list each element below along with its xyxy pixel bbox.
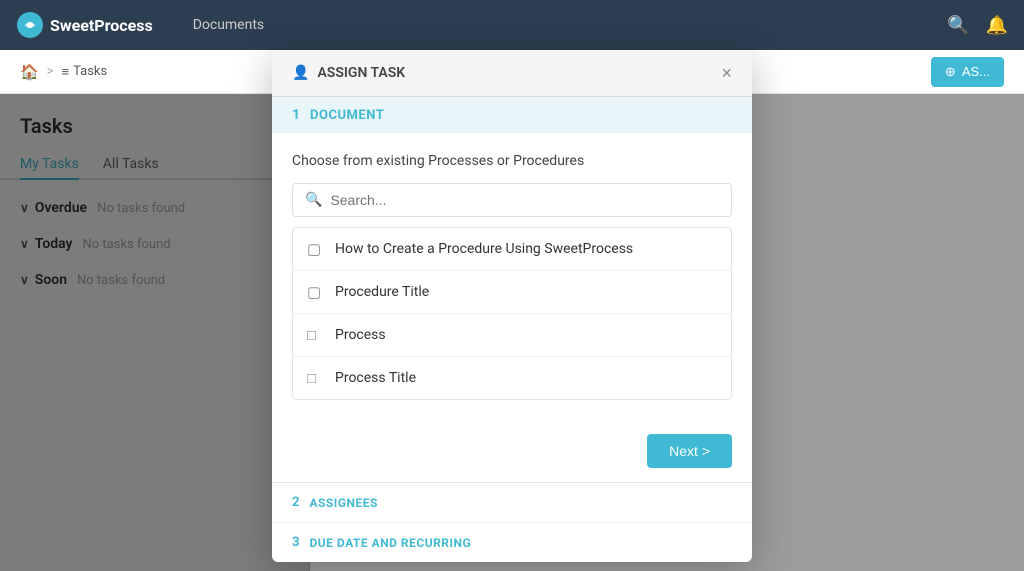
search-input[interactable] [330, 192, 719, 208]
modal-close-button[interactable]: × [721, 64, 732, 82]
person-icon: 👤 [292, 65, 309, 81]
search-icon: 🔍 [305, 192, 322, 208]
plus-icon: ⊕ [945, 64, 956, 80]
doc-item-label: Process Title [335, 370, 416, 386]
doc-item-label: Procedure Title [335, 284, 429, 300]
main-content: Tasks My Tasks All Tasks ∨ Overdue No ta… [0, 94, 1024, 571]
breadcrumb-separator: > [47, 64, 54, 79]
modal-title: 👤 ASSIGN TASK [292, 65, 405, 81]
modal-footer-steps: 2 ASSIGNEES 3 DUE DATE AND RECURRING [272, 482, 752, 562]
modal-footer: Next > [272, 420, 752, 482]
assign-task-button[interactable]: ⊕ AS... [931, 57, 1004, 87]
procedure-icon: ▢ [307, 240, 323, 258]
logo-text: SweetProcess [50, 16, 153, 35]
document-list: ▢ How to Create a Procedure Using SweetP… [292, 227, 732, 400]
step1-number: 1 [292, 107, 300, 123]
next-button[interactable]: Next > [647, 434, 732, 468]
logo[interactable]: SweetProcess [16, 11, 153, 39]
procedure-icon: ▢ [307, 283, 323, 301]
top-navigation: SweetProcess Documents 🔍 🔔 [0, 0, 1024, 50]
nav-documents[interactable]: Documents [177, 0, 280, 50]
step3-number: 3 [292, 535, 299, 550]
process-icon: □ [307, 326, 323, 344]
home-icon[interactable]: 🏠 [20, 63, 39, 81]
modal-header: 👤 ASSIGN TASK × [272, 50, 752, 97]
list-item[interactable]: ▢ How to Create a Procedure Using SweetP… [293, 228, 731, 271]
step1-label: DOCUMENT [310, 108, 384, 123]
step2-label: ASSIGNEES [309, 496, 377, 510]
list-icon: ≡ [62, 64, 70, 80]
breadcrumb: 🏠 > ≡ Tasks [20, 63, 107, 81]
nav-icons: 🔍 🔔 [947, 15, 1008, 36]
doc-item-label: How to Create a Procedure Using SweetPro… [335, 241, 633, 257]
breadcrumb-tasks[interactable]: ≡ Tasks [62, 64, 108, 80]
step2-number: 2 [292, 495, 299, 510]
search-nav-button[interactable]: 🔍 [947, 15, 969, 36]
doc-item-label: Process [335, 327, 386, 343]
step1-header: 1 DOCUMENT [272, 97, 752, 133]
nav-links: Documents [177, 0, 947, 50]
notifications-button[interactable]: 🔔 [986, 15, 1008, 36]
step3-label: DUE DATE AND RECURRING [309, 536, 471, 550]
process-icon: □ [307, 369, 323, 387]
step3-footer[interactable]: 3 DUE DATE AND RECURRING [272, 523, 752, 562]
modal-body: Choose from existing Processes or Proced… [272, 133, 752, 420]
search-box[interactable]: 🔍 [292, 183, 732, 217]
list-item[interactable]: □ Process [293, 314, 731, 357]
step2-footer[interactable]: 2 ASSIGNEES [272, 483, 752, 523]
assign-task-modal: 👤 ASSIGN TASK × 1 DOCUMENT Choose from e… [272, 50, 752, 562]
sweetprocess-logo-icon [16, 11, 44, 39]
modal-subtitle: Choose from existing Processes or Proced… [292, 153, 732, 169]
list-item[interactable]: ▢ Procedure Title [293, 271, 731, 314]
list-item[interactable]: □ Process Title [293, 357, 731, 399]
